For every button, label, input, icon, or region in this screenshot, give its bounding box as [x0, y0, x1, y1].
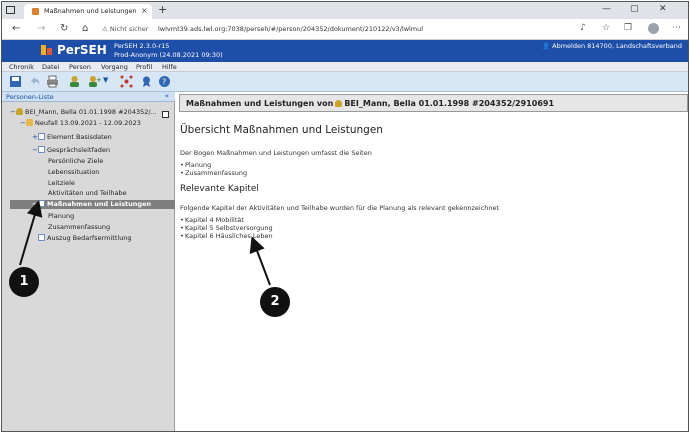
toolbar: + ▼ ? [2, 72, 688, 92]
profile-avatar[interactable] [648, 23, 659, 34]
sidebar-header: Personen-Liste « [2, 92, 175, 102]
tree-item-lebenssituation[interactable]: Lebenssituation [48, 168, 99, 177]
window-menu-icon[interactable] [6, 6, 15, 14]
content-header: Maßnahmen und Leistungen von BEI_Mann, Be… [179, 94, 688, 112]
svg-text:+: + [96, 76, 101, 84]
reload-icon[interactable]: ↻ [60, 23, 68, 34]
tree-item-aktivitaeten[interactable]: Aktivitäten und Teilhabe [48, 189, 127, 198]
folder-icon [26, 119, 33, 126]
chevron-down-icon[interactable]: ▼ [103, 76, 116, 89]
menu-bar: Chronik Datei Person Vorgang Profil Hilf… [2, 62, 688, 72]
forward-icon[interactable]: → [37, 23, 45, 34]
menu-hilfe[interactable]: Hilfe [162, 63, 177, 71]
back-icon[interactable]: ← [12, 23, 20, 34]
maximize-icon[interactable]: ▢ [630, 4, 639, 14]
list-item: Kapitel 4 Mobilität [180, 216, 244, 224]
network-icon[interactable] [120, 75, 133, 88]
browser-window: Maßnahmen und Leistungen - Pe × + — ▢ ✕ … [1, 1, 689, 432]
favorite-icon[interactable]: ☆ [602, 23, 610, 33]
certificate-icon[interactable] [140, 75, 153, 88]
tree-item-persoenliche-ziele[interactable]: Persönliche Ziele [48, 157, 103, 166]
tree-item-auszug[interactable]: Auszug Bedarfsermittlung [38, 234, 132, 243]
tree-item-leitziele[interactable]: Leitziele [48, 179, 75, 188]
sidebar-title: Personen-Liste [6, 93, 54, 101]
minimize-icon[interactable]: — [602, 4, 611, 14]
logout-link[interactable]: 👤 Abmelden 814700, Landschaftsverband [542, 42, 682, 50]
list-item: Kapitel 6 Häusliches Leben [180, 232, 273, 240]
collections-icon[interactable]: ❐ [624, 23, 632, 33]
read-aloud-icon[interactable]: ♪ [580, 23, 586, 33]
tab-title: Maßnahmen und Leistungen - Pe [44, 7, 136, 15]
security-indicator[interactable]: ⚠ Nicht sicher [102, 25, 148, 33]
intro-text: Der Bogen Maßnahmen und Leistungen umfas… [180, 149, 372, 157]
menu-profil[interactable]: Profil [136, 63, 152, 71]
content-header-title: Maßnahmen und Leistungen von BEI_Mann, Be… [186, 99, 555, 108]
print-icon[interactable] [46, 75, 59, 88]
app-header: PerSEH PerSEH 2.3.0-r15 Prod-Anonym (24.… [2, 40, 688, 62]
undo-icon[interactable] [28, 75, 41, 88]
menu-vorgang[interactable]: Vorgang [101, 63, 128, 71]
app-environment: Prod-Anonym (24.08.2021 09:30) [114, 51, 223, 59]
chapters-intro-text: Folgende Kapitel der Aktivitäten und Tei… [180, 204, 500, 212]
document-icon [38, 133, 45, 140]
collapse-sidebar-icon[interactable]: « [165, 92, 169, 100]
menu-person[interactable]: Person [69, 63, 91, 71]
callout-badge: 1 [9, 267, 39, 297]
browser-tab-bar: Maßnahmen und Leistungen - Pe × + — ▢ ✕ [2, 2, 688, 19]
tree-item-massnahmen[interactable]: − Maßnahmen und Leistungen [10, 200, 175, 209]
list-item: Zusammenfassung [180, 169, 247, 177]
browser-tab[interactable]: Maßnahmen und Leistungen - Pe × [24, 4, 152, 19]
page-title: Übersicht Maßnahmen und Leistungen [180, 124, 383, 136]
document-icon [38, 200, 45, 207]
section-title: Relevante Kapitel [180, 184, 259, 194]
add-person-icon[interactable]: + [88, 75, 101, 88]
app-version: PerSEH 2.3.0-r15 [114, 42, 170, 50]
tab-close-icon[interactable]: × [141, 6, 148, 15]
person-icon [335, 100, 343, 107]
menu-datei[interactable]: Datei [42, 63, 59, 71]
new-tab-button[interactable]: + [158, 3, 167, 16]
person-icon[interactable] [68, 75, 81, 88]
list-item: Planung [180, 161, 211, 169]
main-content: Maßnahmen und Leistungen von BEI_Mann, Be… [175, 92, 688, 431]
callout-badge: 2 [260, 287, 290, 317]
url-text: lwlvmt39.ads.lwl.org:7038/perseh/#/perso… [158, 25, 424, 33]
app-name: PerSEH [57, 43, 107, 57]
url-field[interactable]: ⚠ Nicht sicher lwlvmt39.ads.lwl.org:7038… [102, 22, 572, 37]
document-icon [38, 146, 45, 153]
address-bar: ← → ↻ ⌂ ⚠ Nicht sicher lwlvmt39.ads.lwl.… [2, 19, 688, 40]
list-item: Kapitel 5 Selbstversorgung [180, 224, 273, 232]
tree-item-case[interactable]: − Neufall 13.09.2021 - 12.09.2023 [20, 119, 141, 128]
save-icon[interactable] [9, 75, 22, 88]
document-icon [38, 234, 45, 241]
home-icon[interactable]: ⌂ [82, 23, 88, 34]
tab-favicon-icon [32, 8, 39, 15]
tree-item-person[interactable]: − BEI_Mann, Bella 01.01.1998 #204352/... [10, 108, 157, 117]
menu-chronik[interactable]: Chronik [9, 63, 34, 71]
close-window-icon[interactable]: ✕ [659, 4, 667, 14]
tree-item-gespraechsleitfaden[interactable]: − Gesprächsleitfaden [32, 146, 110, 155]
tree-item-planung[interactable]: Planung [48, 212, 74, 221]
sidebar: Personen-Liste « − BEI_Mann, Bella 01.01.… [2, 92, 175, 431]
perseh-logo-icon [41, 45, 52, 55]
tree-item-zusammenfassung[interactable]: Zusammenfassung [48, 223, 110, 232]
person-icon [16, 108, 23, 115]
checkbox-icon[interactable] [162, 111, 169, 118]
tree-item-basisdaten[interactable]: + Element Basisdaten [32, 133, 112, 142]
user-icon: 👤 [541, 42, 551, 50]
more-menu-icon[interactable]: ⋯ [672, 23, 681, 33]
svg-text:?: ? [162, 78, 166, 87]
help-icon[interactable]: ? [158, 75, 171, 88]
